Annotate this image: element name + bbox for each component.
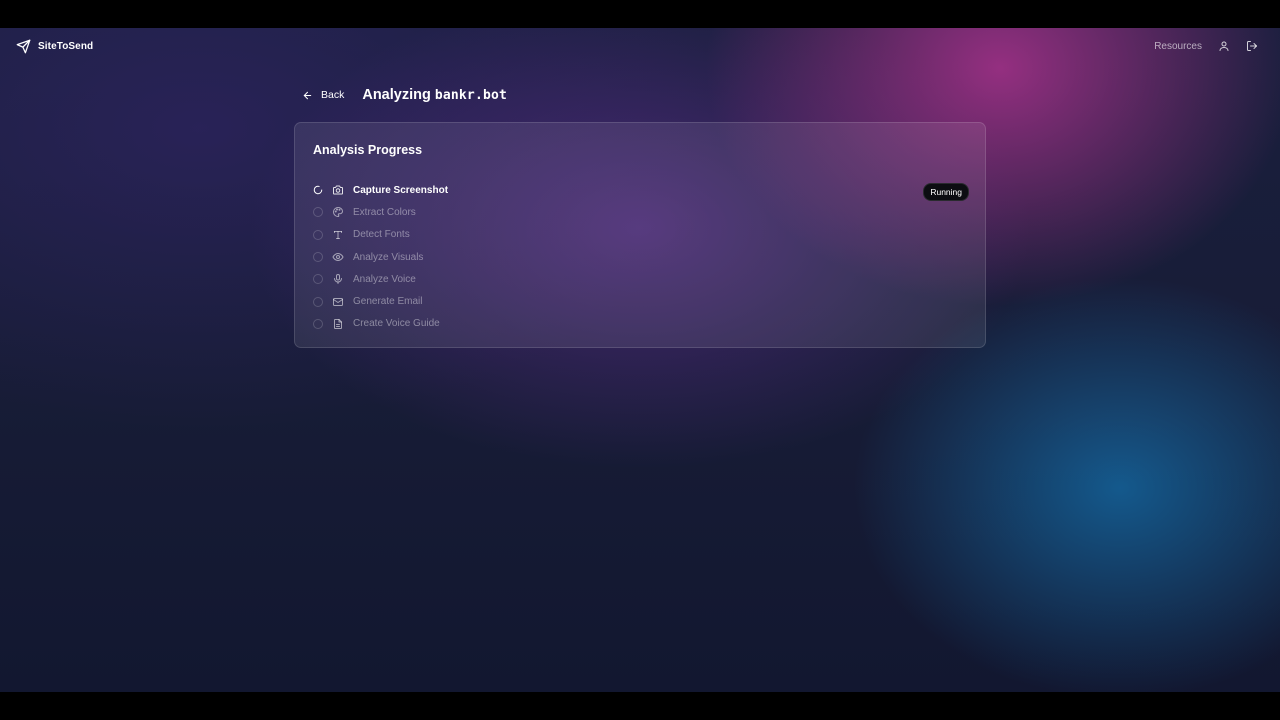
card-title: Analysis Progress xyxy=(313,143,423,157)
step-analyze-visuals: Analyze Visuals xyxy=(313,246,969,268)
user-button[interactable] xyxy=(1218,40,1230,52)
step-generate-email: Generate Email xyxy=(313,290,969,312)
step-label: Generate Email xyxy=(353,296,423,308)
top-header: SiteToSend Resources xyxy=(0,28,1280,68)
step-detect-fonts: Detect Fonts xyxy=(313,224,969,246)
back-label: Back xyxy=(321,89,345,101)
step-icon xyxy=(332,251,344,263)
header-nav: Resources xyxy=(1154,40,1258,52)
status-badge: Running xyxy=(923,183,969,201)
status-indicator xyxy=(313,296,323,307)
step-label: Capture Screenshot xyxy=(353,184,449,196)
type-icon xyxy=(334,230,342,239)
letterbox-top xyxy=(0,0,1280,28)
mail-icon xyxy=(333,297,343,306)
status-indicator xyxy=(313,252,323,263)
app-viewport: SiteToSend Resources Back Analyzing bank… xyxy=(0,28,1280,692)
loader-icon xyxy=(313,185,323,195)
resources-link[interactable]: Resources xyxy=(1154,41,1202,52)
palette-icon xyxy=(333,207,343,218)
send-icon xyxy=(16,39,31,54)
back-button[interactable]: Back xyxy=(302,89,344,101)
step-icon xyxy=(332,318,344,330)
status-indicator xyxy=(313,274,323,285)
eye-icon xyxy=(332,253,344,262)
step-label: Analyze Visuals xyxy=(353,251,424,263)
logout-button[interactable] xyxy=(1246,40,1258,52)
page-title-row: Back Analyzing bankr.bot xyxy=(302,85,507,105)
status-indicator xyxy=(313,207,323,218)
brand-name: SiteToSend xyxy=(38,41,94,52)
status-indicator xyxy=(313,185,323,195)
analyzed-domain: bankr.bot xyxy=(434,88,508,103)
status-indicator xyxy=(313,229,323,240)
step-icon xyxy=(332,229,344,241)
step-label: Create Voice Guide xyxy=(353,318,440,330)
user-icon xyxy=(1219,41,1229,51)
step-icon xyxy=(332,206,344,218)
letterbox-bottom xyxy=(0,692,1280,720)
step-icon xyxy=(332,296,344,308)
analysis-progress-card: Analysis Progress Capture Screenshot Run… xyxy=(294,122,986,348)
step-label: Detect Fonts xyxy=(353,229,410,241)
step-icon xyxy=(332,273,344,285)
status-indicator xyxy=(313,318,323,329)
step-analyze-voice: Analyze Voice xyxy=(313,268,969,290)
camera-icon xyxy=(333,185,343,195)
arrow-left-icon xyxy=(303,91,312,99)
step-create-voice-guide: Create Voice Guide xyxy=(313,313,969,335)
mic-icon xyxy=(334,274,342,285)
step-label: Analyze Voice xyxy=(353,273,416,285)
step-capture-screenshot: Capture Screenshot Running xyxy=(313,179,969,201)
step-icon xyxy=(332,184,344,196)
page-title-prefix: Analyzing xyxy=(362,87,431,103)
step-extract-colors: Extract Colors xyxy=(313,201,969,223)
file-text-icon xyxy=(334,318,342,329)
brand-logo-link[interactable]: SiteToSend xyxy=(16,39,93,54)
step-label: Extract Colors xyxy=(353,206,416,218)
steps-list: Capture Screenshot Running Extract Color… xyxy=(313,179,969,335)
page-title: Analyzing bankr.bot xyxy=(362,87,507,103)
log-out-icon xyxy=(1247,41,1257,51)
